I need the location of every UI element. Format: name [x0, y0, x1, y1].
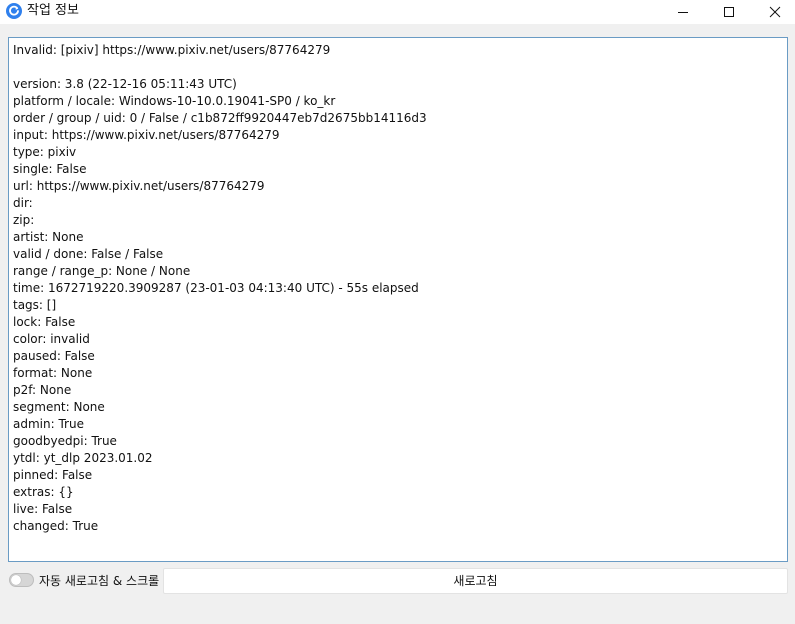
app-refresh-icon — [6, 3, 22, 19]
log-line: time: 1672719220.3909287 (23-01-03 04:13… — [13, 281, 419, 295]
log-line: version: 3.8 (22-12-16 05:11:43 UTC) — [13, 77, 237, 91]
log-line: single: False — [13, 162, 87, 176]
log-line: changed: True — [13, 519, 99, 533]
log-line: artist: None — [13, 230, 84, 244]
log-line: live: False — [13, 502, 73, 516]
title-bar[interactable]: 작업 정보 — [0, 0, 795, 24]
log-line: pinned: False — [13, 468, 93, 482]
log-line: Invalid: [pixiv] https://www.pixiv.net/u… — [13, 43, 331, 57]
task-info-window: 작업 정보 Invalid: [pixiv] https://www.pixiv… — [0, 0, 795, 624]
log-line: goodbyedpi: True — [13, 434, 117, 448]
auto-refresh-label: 자동 새로고침 & 스크롤 — [39, 574, 160, 588]
log-line: p2f: None — [13, 383, 72, 397]
log-line: platform / locale: Windows-10-10.0.19041… — [13, 94, 336, 108]
close-button[interactable] — [752, 0, 795, 24]
log-line: order / group / uid: 0 / False / c1b872f… — [13, 111, 427, 125]
log-line: tags: [] — [13, 298, 57, 312]
minimize-button[interactable] — [660, 0, 706, 24]
close-icon — [769, 6, 781, 18]
log-line: paused: False — [13, 349, 95, 363]
log-line: input: https://www.pixiv.net/users/87764… — [13, 128, 280, 142]
log-line: extras: {} — [13, 485, 74, 499]
toggle-knob — [11, 575, 21, 585]
log-line: range / range_p: None / None — [13, 264, 191, 278]
log-line: zip: — [13, 213, 35, 227]
log-line: dir: — [13, 196, 33, 210]
log-line: valid / done: False / False — [13, 247, 164, 261]
log-line: ytdl: yt_dlp 2023.01.02 — [13, 451, 153, 465]
log-line: segment: None — [13, 400, 105, 414]
auto-refresh-toggle[interactable] — [9, 573, 34, 587]
log-line: lock: False — [13, 315, 76, 329]
window-title: 작업 정보 — [27, 3, 79, 18]
log-line: color: invalid — [13, 332, 90, 346]
log-line: admin: True — [13, 417, 84, 431]
log-line: format: None — [13, 366, 93, 380]
maximize-icon — [724, 7, 734, 17]
log-line: type: pixiv — [13, 145, 77, 159]
log-line: url: https://www.pixiv.net/users/8776427… — [13, 179, 265, 193]
maximize-button[interactable] — [706, 0, 752, 24]
task-info-textbox[interactable]: Invalid: [pixiv] https://www.pixiv.net/u… — [8, 37, 788, 562]
refresh-button[interactable]: 새로고침 — [163, 568, 788, 594]
minimize-icon — [678, 12, 688, 13]
